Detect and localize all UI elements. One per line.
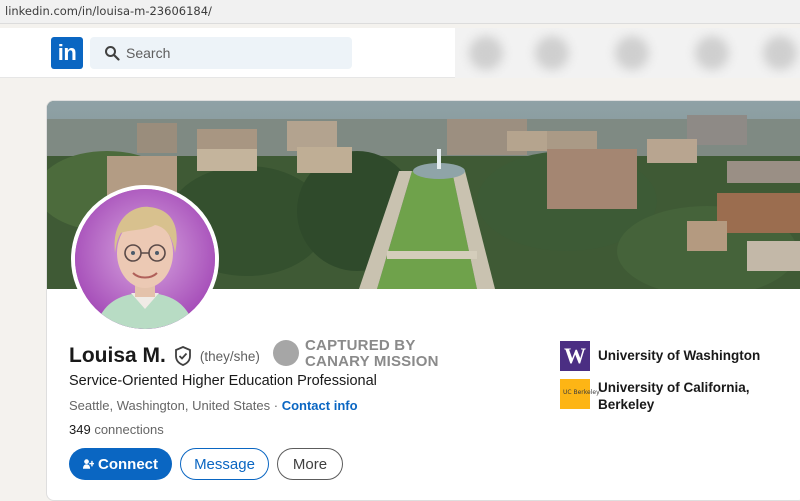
connections-label: connections xyxy=(90,422,164,437)
name-row: Louisa M. (they/she) xyxy=(69,341,260,371)
contact-info-link[interactable]: Contact info xyxy=(282,398,358,413)
linkedin-logo[interactable]: in xyxy=(51,37,83,69)
uw-logo: W xyxy=(560,341,590,371)
separator: · xyxy=(270,398,282,413)
canary-icon xyxy=(273,340,299,366)
top-navigation: in xyxy=(0,28,800,78)
verified-shield-icon[interactable] xyxy=(174,346,192,366)
more-button[interactable]: More xyxy=(277,448,343,480)
location: Seattle, Washington, United States xyxy=(69,398,271,413)
connect-label: Connect xyxy=(98,455,158,473)
add-person-icon xyxy=(83,459,94,469)
profile-name: Louisa M. xyxy=(69,344,166,367)
stamp-line-2: CANARY MISSION xyxy=(305,353,439,370)
browser-address-bar[interactable]: linkedin.com/in/louisa-m-23606184/ xyxy=(0,0,800,24)
education-list: W University of Washington UC Berkeley U… xyxy=(560,341,800,421)
profile-photo[interactable] xyxy=(71,185,219,333)
url-text[interactable]: linkedin.com/in/louisa-m-23606184/ xyxy=(5,4,212,18)
school-name: University of California, Berkeley xyxy=(598,380,750,412)
education-item[interactable]: W University of Washington xyxy=(560,341,800,371)
message-button[interactable]: Message xyxy=(180,448,269,480)
stamp-line-1: CAPTURED BY xyxy=(305,337,416,354)
pronouns: (they/she) xyxy=(199,348,260,364)
search-icon xyxy=(105,46,120,61)
search-box[interactable] xyxy=(90,37,352,69)
connections[interactable]: 349 connections xyxy=(69,422,164,437)
uc-berkeley-logo-text: UC Berkeley xyxy=(563,389,600,396)
uc-berkeley-logo: UC Berkeley xyxy=(560,379,600,409)
profile-headline: Service-Oriented Higher Education Profes… xyxy=(69,373,377,389)
school-name: University of Washington xyxy=(598,348,761,363)
location-row: Seattle, Washington, United States · Con… xyxy=(69,398,358,413)
profile-card: Louisa M. (they/she) CAPTURED BY CANARY … xyxy=(46,100,800,501)
canary-mission-stamp: CAPTURED BY CANARY MISSION xyxy=(273,337,443,371)
blurred-nav-icons xyxy=(455,28,800,78)
connections-count: 349 xyxy=(69,422,91,437)
profile-actions: Connect Message More xyxy=(69,448,343,480)
search-input[interactable] xyxy=(126,37,346,69)
education-item[interactable]: UC Berkeley University of California, Be… xyxy=(560,379,800,413)
connect-button[interactable]: Connect xyxy=(69,448,172,480)
